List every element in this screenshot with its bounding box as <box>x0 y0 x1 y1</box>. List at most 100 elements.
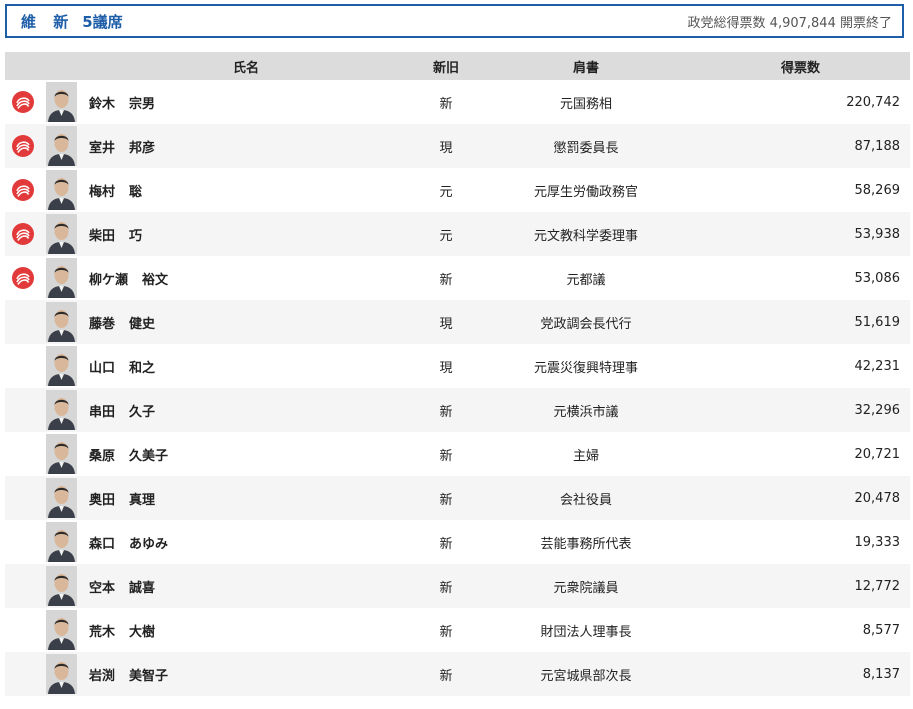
candidate-surname: 荒木 <box>89 624 116 640</box>
candidate-given-name: 真理 <box>129 492 156 508</box>
candidate-photo <box>45 258 77 298</box>
elected-cell <box>5 168 41 212</box>
candidate-title: 党政調会長代行 <box>540 316 632 332</box>
candidate-given-name: あゆみ <box>129 536 169 552</box>
candidate-given-name: 久美子 <box>129 448 169 464</box>
table-row: 藤巻 健史 現 党政調会長代行 51,619 <box>5 300 910 344</box>
total-votes: 4,907,844 <box>769 15 836 31</box>
photo-cell <box>41 256 81 300</box>
candidate-votes: 32,296 <box>854 402 901 418</box>
candidate-title: 元宮城県部次長 <box>540 668 632 684</box>
candidate-votes: 51,619 <box>854 314 901 330</box>
candidate-title: 元文教科学委理事 <box>533 228 638 244</box>
elected-cell <box>5 652 41 696</box>
candidate-name: 奥田 真理 <box>81 476 411 520</box>
table-row: 森口 あゆみ 新 芸能事務所代表 19,333 <box>5 520 910 564</box>
candidate-surname: 森口 <box>89 536 116 552</box>
candidate-name: 鈴木 宗男 <box>81 80 411 124</box>
candidate-title: 元都議 <box>566 272 606 288</box>
photo-cell <box>41 212 81 256</box>
candidate-name: 柴田巧 <box>81 212 411 256</box>
photo-cell <box>41 80 81 124</box>
elected-rose-icon <box>11 178 35 202</box>
candidate-surname: 室井 <box>89 140 116 156</box>
candidate-title: 元横浜市議 <box>553 404 619 420</box>
photo-cell <box>41 168 81 212</box>
candidate-status: 新 <box>439 668 453 684</box>
count-status: 開票終了 <box>839 15 892 31</box>
candidate-given-name: 裕文 <box>142 272 169 288</box>
candidate-rows: 鈴木 宗男新元国務相 220,742 室井 邦彦現懲罰委員長 87,188 梅村聡元元厚生労… <box>5 80 910 696</box>
candidate-votes: 12,772 <box>854 578 901 594</box>
table-row: 柴田巧 元 元文教科学委理事 53,938 <box>5 212 910 256</box>
candidate-status: 新 <box>439 580 453 596</box>
candidate-title: 財団法人理事長 <box>540 624 632 640</box>
candidate-status: 新 <box>439 624 453 640</box>
candidate-name: 山口 和之 <box>81 344 411 388</box>
candidate-surname: 桑原 <box>89 448 116 464</box>
photo-cell <box>41 476 81 520</box>
candidate-surname: 岩渕 <box>89 668 116 684</box>
candidate-status: 新 <box>439 272 453 288</box>
table-row: 空本 誠喜 新 元衆院議員 12,772 <box>5 564 910 608</box>
candidate-surname: 山口 <box>89 360 116 376</box>
candidate-given-name: 和之 <box>129 360 156 376</box>
candidate-photo <box>45 214 77 254</box>
candidate-title: 主婦 <box>572 448 599 464</box>
candidate-votes: 20,721 <box>854 446 901 462</box>
candidate-photo <box>45 170 77 210</box>
candidate-votes: 58,269 <box>854 182 901 198</box>
table-row: 串田 久子 新 元横浜市議 32,296 <box>5 388 910 432</box>
candidate-title: 元震災復興特理事 <box>533 360 638 376</box>
candidate-votes: 87,188 <box>854 138 901 154</box>
candidate-surname: 藤巻 <box>89 316 116 332</box>
candidate-given-name: 美智子 <box>129 668 169 684</box>
elected-cell <box>5 212 41 256</box>
candidate-surname: 梅村 <box>89 184 116 200</box>
header-mark <box>5 52 41 80</box>
candidate-title: 元国務相 <box>559 96 612 112</box>
table-row: 岩渕 美智子 新 元宮城県部次長 8,137 <box>5 652 910 696</box>
party-seats: 5議席 <box>82 12 123 31</box>
party-summary: 政党総得票数 4,907,844 開票終了 <box>688 12 902 31</box>
party-name: 維 新 <box>21 12 75 31</box>
candidate-name: 森口 あゆみ <box>81 520 411 564</box>
candidate-given-name: 宗男 <box>129 96 156 112</box>
candidate-given-name: 久子 <box>129 404 156 420</box>
candidate-votes: 19,333 <box>854 534 901 550</box>
candidate-given-name: 聡 <box>129 184 143 200</box>
candidate-photo <box>45 390 77 430</box>
candidate-status: 現 <box>439 140 453 156</box>
candidate-name: 室井 邦彦 <box>81 124 411 168</box>
candidate-photo <box>45 654 77 694</box>
photo-cell <box>41 388 81 432</box>
elected-rose-icon <box>11 222 35 246</box>
candidate-votes: 53,938 <box>854 226 901 242</box>
table-row: 奥田 真理 新 会社役員 20,478 <box>5 476 910 520</box>
candidate-title: 元衆院議員 <box>553 580 619 596</box>
table-row: 柳ケ瀬 裕文 新 元都議 53,086 <box>5 256 910 300</box>
table-row: 室井 邦彦 現 懲罰委員長 87,188 <box>5 124 910 168</box>
elected-cell <box>5 608 41 652</box>
candidate-name: 柳ケ瀬 裕文 <box>81 256 411 300</box>
candidate-name: 梅村聡 <box>81 168 411 212</box>
candidate-status: 新 <box>439 404 453 420</box>
party-title: 維 新 5議席 <box>7 11 123 32</box>
photo-cell <box>41 344 81 388</box>
elected-cell <box>5 388 41 432</box>
candidate-name: 岩渕 美智子 <box>81 652 411 696</box>
header-name: 氏名 <box>81 52 411 80</box>
table-row: 鈴木 宗男 新 元国務相 220,742 <box>5 80 910 124</box>
candidate-table: 氏名 新旧 肩書 得票数 鈴木 宗男新元国務相 220,742 室井 邦彦現懲罰委員長 8… <box>5 52 910 696</box>
elected-cell <box>5 80 41 124</box>
photo-cell <box>41 124 81 168</box>
candidate-given-name: 邦彦 <box>129 140 156 156</box>
photo-cell <box>41 520 81 564</box>
photo-cell <box>41 608 81 652</box>
candidate-given-name: 誠喜 <box>129 580 156 596</box>
candidate-title: 元厚生労働政務官 <box>533 184 638 200</box>
elected-rose-icon <box>11 134 35 158</box>
candidate-title: 会社役員 <box>559 492 612 508</box>
candidate-status: 新 <box>439 448 453 464</box>
header-title: 肩書 <box>481 52 691 80</box>
